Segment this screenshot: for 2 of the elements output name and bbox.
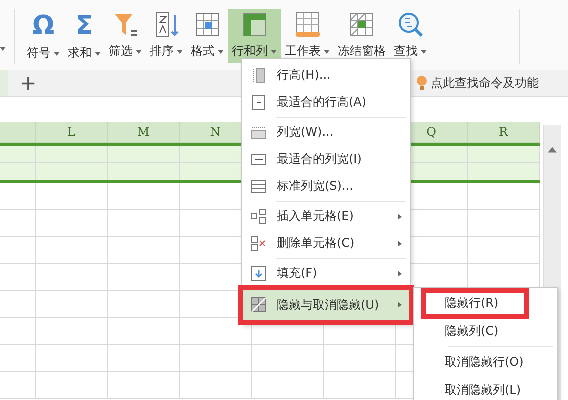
symbol-icon: Ω	[32, 11, 55, 41]
symbol-icon: Σ	[76, 11, 94, 41]
